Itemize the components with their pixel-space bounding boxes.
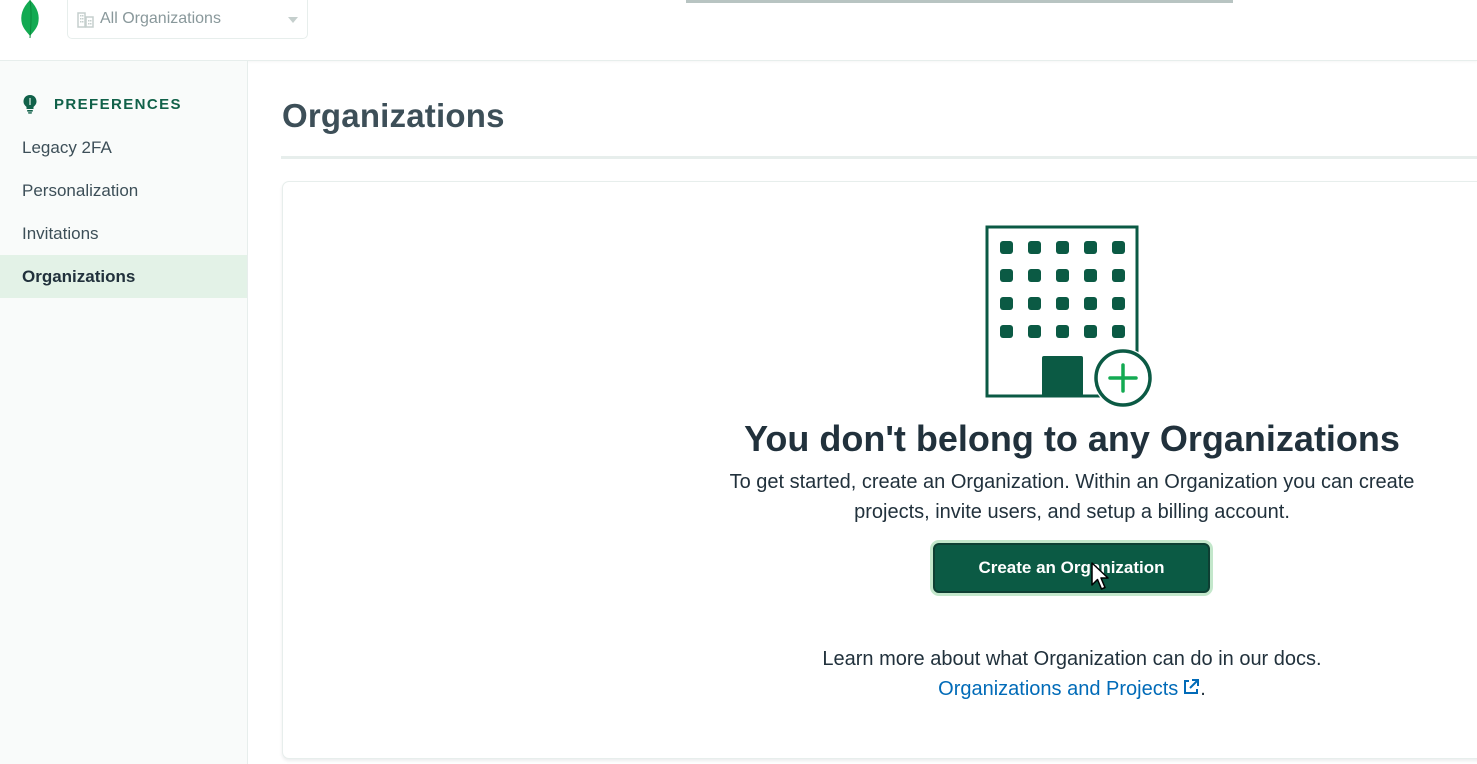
lightbulb-icon	[23, 95, 37, 114]
sidebar-item-legacy-2fa[interactable]: Legacy 2FA	[0, 126, 247, 169]
learn-more-text: Learn more about what Organization can d…	[822, 648, 1322, 670]
building-window	[1112, 269, 1125, 282]
building-window	[1028, 297, 1041, 310]
empty-state-description: To get started, create an Organization. …	[729, 471, 1415, 523]
sidebar-section-title: PREFERENCES	[54, 95, 182, 113]
loading-bar	[686, 0, 1233, 3]
page-title: Organizations	[282, 97, 505, 134]
sidebar-item-label: Personalization	[22, 181, 139, 200]
building-window	[1084, 325, 1097, 338]
create-organization-button[interactable]: Create an Organization	[933, 543, 1210, 593]
building-window	[1056, 325, 1069, 338]
building-window	[1000, 325, 1013, 338]
sidebar-item-personalization[interactable]: Personalization	[0, 169, 247, 212]
building-window	[1056, 297, 1069, 310]
docs-link-suffix: .	[1200, 678, 1206, 700]
organizations-and-projects-link[interactable]: Organizations and Projects	[938, 678, 1200, 700]
learn-more-block: Learn more about what Organization can d…	[702, 644, 1442, 704]
docs-link-label: Organizations and Projects	[938, 678, 1179, 700]
building-window	[1056, 269, 1069, 282]
building-window	[1056, 241, 1069, 254]
building-window	[1028, 269, 1041, 282]
sidebar-item-organizations[interactable]: Organizations	[0, 255, 247, 298]
building-window	[1112, 325, 1125, 338]
top-bar: All Organizations	[0, 0, 1477, 61]
building-window	[1028, 241, 1041, 254]
title-divider	[281, 156, 1477, 159]
mongodb-leaf-logo[interactable]	[18, 0, 42, 40]
building-window	[1112, 297, 1125, 310]
caret-down-icon	[288, 17, 298, 23]
create-organization-button-label: Create an Organization	[978, 558, 1165, 577]
sidebar-section-header: PREFERENCES	[22, 93, 182, 115]
building-window	[1000, 297, 1013, 310]
organization-selector-label: All Organizations	[100, 10, 221, 27]
building-window	[1000, 269, 1013, 282]
sidebar: PREFERENCES Legacy 2FA Personalization I…	[0, 61, 248, 764]
sidebar-item-invitations[interactable]: Invitations	[0, 212, 247, 255]
building-icon	[77, 12, 94, 28]
sidebar-item-label: Invitations	[22, 224, 99, 243]
building-window	[1000, 241, 1013, 254]
sidebar-item-label: Legacy 2FA	[22, 138, 112, 157]
building-window	[1084, 297, 1097, 310]
organization-selector[interactable]: All Organizations	[67, 0, 308, 39]
empty-state-heading: You don't belong to any Organizations	[744, 418, 1400, 459]
docs-link-line: Organizations and Projects .	[702, 674, 1442, 704]
building-window	[1028, 325, 1041, 338]
building-window	[1084, 269, 1097, 282]
building-window	[1084, 241, 1097, 254]
sidebar-item-label: Organizations	[22, 267, 136, 286]
building-window	[1112, 241, 1125, 254]
external-link-icon	[1184, 679, 1200, 694]
building-add-illustration	[985, 225, 1153, 408]
